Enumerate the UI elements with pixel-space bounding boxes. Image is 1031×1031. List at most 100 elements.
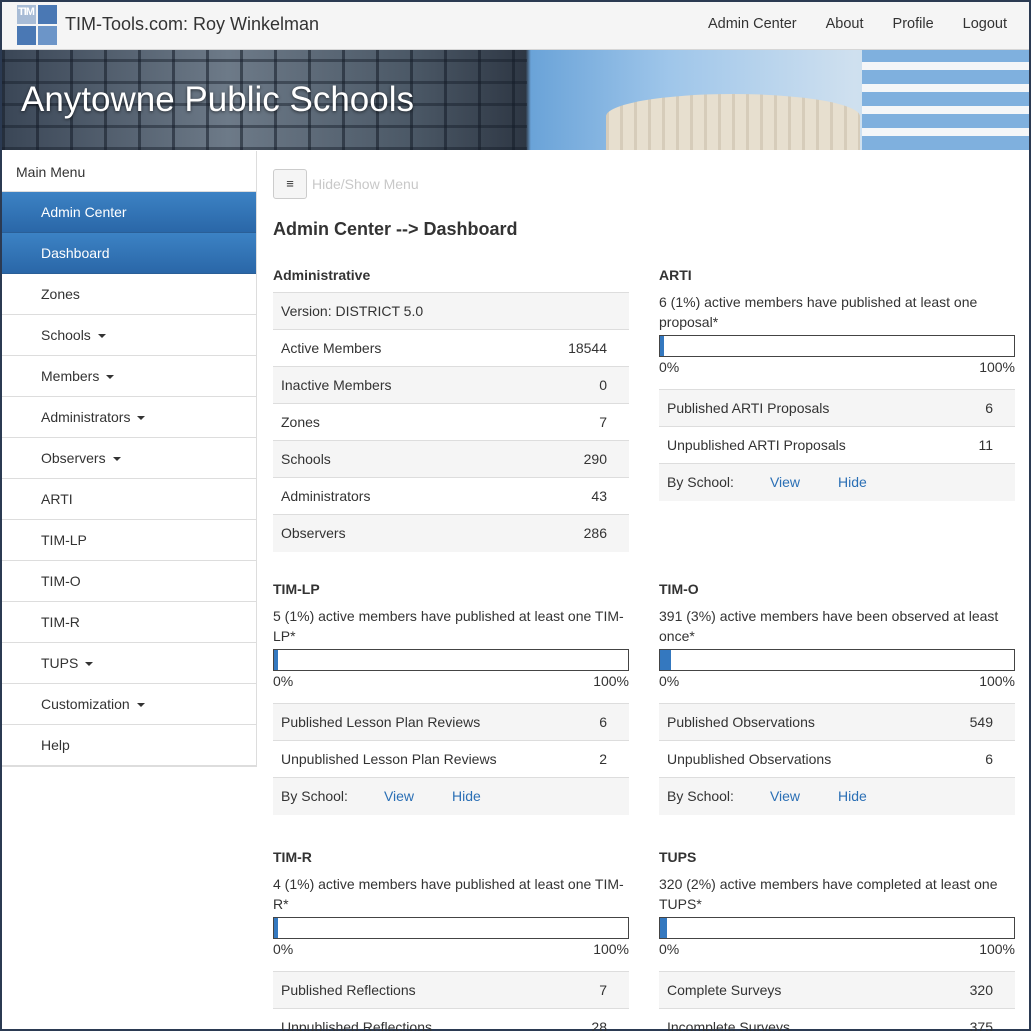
nav-link-admin-center[interactable]: Admin Center (708, 16, 797, 32)
panel-heading: Administrative (273, 267, 371, 283)
sidebar-item-zones[interactable]: Zones (2, 274, 256, 315)
hide-link[interactable]: Hide (452, 788, 481, 804)
row-label: Unpublished Observations (659, 740, 935, 778)
table-row: Observers 286 (273, 514, 629, 552)
row-value: 18544 (549, 329, 629, 367)
hide-show-menu-link[interactable]: Hide/Show Menu (312, 176, 419, 192)
progress-max-label: 100% (979, 673, 1015, 689)
view-link[interactable]: View (770, 474, 800, 490)
banner-title: Anytowne Public Schools (21, 80, 414, 119)
row-value: 320 (935, 971, 1015, 1009)
table-row: Unpublished Reflections 28 (273, 1008, 629, 1031)
nav-link-profile[interactable]: Profile (893, 16, 934, 32)
banner: Anytowne Public Schools (2, 50, 1029, 150)
row-value: 375 (935, 1008, 1015, 1031)
panel-heading: TUPS (659, 849, 697, 865)
sidebar-item-arti[interactable]: ARTI (2, 479, 256, 520)
table-row: Unpublished ARTI Proposals 11 (659, 426, 1015, 464)
panel-description: 4 (1%) active members have published at … (273, 876, 624, 912)
sidebar-item-label: TUPS (41, 655, 79, 671)
sidebar-item-admin-center[interactable]: Admin Center (2, 192, 256, 233)
nav-link-about[interactable]: About (826, 16, 864, 32)
panel-heading: TIM-LP (273, 581, 320, 597)
sidebar-item-members[interactable]: Members (2, 356, 256, 397)
sidebar-item-label: Administrators (41, 409, 131, 425)
sidebar-item-help[interactable]: Help (2, 725, 256, 766)
sidebar-item-label: Admin Center (41, 204, 127, 220)
sidebar-item-customization[interactable]: Customization (2, 684, 256, 725)
row-value: 6 (549, 703, 629, 741)
sidebar-item-label: Help (41, 737, 70, 753)
row-value: 2 (549, 740, 629, 778)
top-navbar: TIM TIM-Tools.com: Roy Winkelman Admin C… (2, 2, 1029, 50)
menu-toggle-button[interactable]: ≡ (273, 169, 307, 199)
table-row: Version: DISTRICT 5.0 (273, 292, 629, 330)
progress-bar-fill (274, 650, 278, 670)
tim-lp-panel: TIM-LP 5 (1%) active members have publish… (273, 581, 629, 815)
progress-min-label: 0% (273, 673, 294, 689)
sidebar-item-label: TIM-R (41, 614, 80, 630)
progress-max-label: 100% (593, 673, 629, 689)
progress-min-label: 0% (659, 359, 680, 375)
row-value: 549 (935, 703, 1015, 741)
tim-o-panel: TIM-O 391 (3%) active members have been o… (659, 581, 1015, 815)
row-label: Active Members (273, 329, 549, 367)
sidebar-item-dashboard[interactable]: Dashboard (2, 233, 256, 274)
progress-min-label: 0% (659, 941, 680, 957)
hide-link[interactable]: Hide (838, 788, 867, 804)
administrative-panel: Administrative Version: DISTRICT 5.0 Act… (273, 267, 629, 552)
sidebar-header: Main Menu (2, 151, 256, 192)
stats-table: Complete Surveys 320 Incomplete Surveys 375 (659, 971, 1015, 1031)
sidebar-item-label: Zones (41, 286, 80, 302)
view-link[interactable]: View (770, 788, 800, 804)
sidebar-item-label: Customization (41, 696, 130, 712)
row-value: 286 (549, 514, 629, 552)
banner-dome-image (606, 94, 860, 150)
brand-title[interactable]: TIM-Tools.com: Roy Winkelman (65, 14, 319, 35)
row-value: 290 (549, 440, 629, 478)
table-row: By School: View Hide (273, 777, 629, 815)
panel-description: 5 (1%) active members have published at … (273, 608, 624, 644)
row-label: Published Observations (659, 703, 935, 741)
sidebar-item-tim-r[interactable]: TIM-R (2, 602, 256, 643)
progress-bar (273, 649, 629, 671)
sidebar-item-label: Members (41, 368, 100, 384)
tim-logo-icon[interactable]: TIM (17, 5, 57, 45)
table-row: Zones 7 (273, 403, 629, 441)
sidebar-item-tups[interactable]: TUPS (2, 643, 256, 684)
progress-max-label: 100% (979, 941, 1015, 957)
sidebar-item-label: ARTI (41, 491, 73, 507)
nav-link-logout[interactable]: Logout (963, 16, 1007, 32)
sidebar-item-administrators[interactable]: Administrators (2, 397, 256, 438)
sidebar-item-label: Dashboard (41, 245, 110, 261)
table-row: Published Reflections 7 (273, 971, 629, 1009)
row-label: Inactive Members (273, 366, 549, 404)
row-value: 7 (549, 403, 629, 441)
view-link[interactable]: View (384, 788, 414, 804)
table-row: Inactive Members 0 (273, 366, 629, 404)
row-label: Unpublished Reflections (273, 1008, 549, 1031)
row-value: 28 (549, 1008, 629, 1031)
sidebar-item-observers[interactable]: Observers (2, 438, 256, 479)
panel-description: 320 (2%) active members have completed a… (659, 876, 998, 912)
progress-bar-fill (274, 918, 278, 938)
caret-down-icon (137, 416, 146, 421)
row-label: Observers (273, 514, 549, 552)
panel-heading: ARTI (659, 267, 692, 283)
row-value: 43 (549, 477, 629, 515)
hide-link[interactable]: Hide (838, 474, 867, 490)
sidebar-item-label: TIM-LP (41, 532, 87, 548)
progress-bar-fill (660, 650, 671, 670)
row-value: 0 (549, 366, 629, 404)
progress-min-label: 0% (273, 941, 294, 957)
sidebar-item-schools[interactable]: Schools (2, 315, 256, 356)
sidebar-item-tim-lp[interactable]: TIM-LP (2, 520, 256, 561)
logo-text: TIM (18, 6, 35, 18)
progress-bar-fill (660, 918, 668, 938)
sidebar-item-tim-o[interactable]: TIM-O (2, 561, 256, 602)
sidebar-item-label: TIM-O (41, 573, 81, 589)
sidebar-item-label: Observers (41, 450, 106, 466)
progress-max-label: 100% (979, 359, 1015, 375)
table-row: Published ARTI Proposals 6 (659, 389, 1015, 427)
progress-max-label: 100% (593, 941, 629, 957)
